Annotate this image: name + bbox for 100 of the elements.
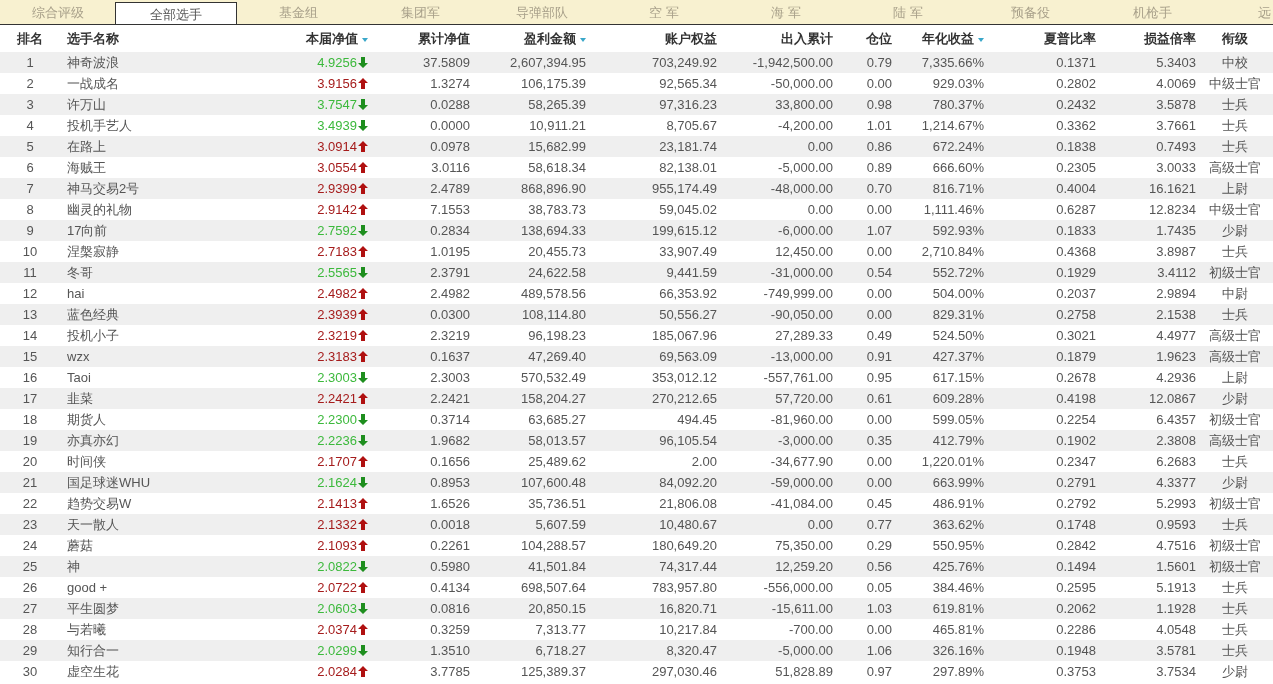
profit-amount: 58,618.34	[528, 158, 586, 177]
profit-amount: 63,685.27	[528, 410, 586, 429]
cumulative-flows: -81,960.00	[770, 410, 833, 429]
profit-amount: 35,736.51	[528, 494, 586, 513]
grade-title: 士兵	[1221, 599, 1248, 618]
net-value: 2.5565	[317, 263, 357, 282]
profit-loss-ratio: 2.9894	[1156, 284, 1196, 303]
column-header[interactable]: 衔级	[1221, 28, 1248, 49]
profit-loss-ratio: 16.1621	[1149, 179, 1196, 198]
profit-loss-ratio: 12.8234	[1149, 200, 1196, 219]
annualized-return: 363.62%	[932, 515, 984, 534]
annualized-return: 412.79%	[932, 431, 984, 450]
player-name: 韭菜	[67, 389, 93, 408]
cumulative-flows: 33,800.00	[775, 95, 833, 114]
position-ratio: 0.00	[866, 452, 892, 471]
cumulative-net-value: 0.3259	[430, 620, 470, 639]
sharpe-ratio: 0.4198	[1056, 389, 1096, 408]
position-ratio: 0.00	[866, 620, 892, 639]
grade-title: 少尉	[1221, 389, 1248, 408]
account-equity: 353,012.12	[651, 368, 717, 387]
column-header[interactable]: 本届净值	[306, 28, 368, 49]
tab[interactable]: 全部选手	[115, 2, 237, 24]
account-equity: 74,317.44	[659, 557, 717, 576]
sharpe-ratio: 0.2595	[1056, 578, 1096, 597]
column-header[interactable]: 夏普比率	[1044, 28, 1096, 49]
annualized-return: 504.00%	[932, 284, 984, 303]
rank-cell-text: 25	[22, 557, 38, 576]
account-equity: 9,441.59	[666, 263, 717, 282]
column-header[interactable]: 排名	[17, 28, 43, 49]
cumulative-flows: -31,000.00	[770, 263, 833, 282]
cumulative-flows: -1,942,500.00	[752, 53, 833, 72]
account-equity: 82,138.01	[659, 158, 717, 177]
net-value: 2.2421	[317, 389, 357, 408]
column-header[interactable]: 盈利金额	[524, 28, 586, 49]
cumulative-net-value: 0.4134	[430, 578, 470, 597]
cumulative-net-value: 3.0116	[431, 158, 470, 177]
sharpe-ratio: 0.1902	[1056, 431, 1096, 450]
account-equity: 185,067.96	[651, 326, 717, 345]
profit-amount: 25,489.62	[528, 452, 586, 471]
annualized-return: 7,335.66%	[921, 53, 984, 72]
sharpe-ratio: 0.1879	[1056, 347, 1096, 366]
sharpe-ratio: 0.2254	[1056, 410, 1096, 429]
column-header[interactable]: 出入累计	[781, 28, 833, 49]
annualized-return: 666.60%	[932, 158, 984, 177]
profit-loss-ratio: 1.7435	[1156, 221, 1196, 240]
cumulative-flows: -3,000.00	[778, 431, 833, 450]
sharpe-ratio: 0.2432	[1056, 95, 1096, 114]
annualized-return: 425.76%	[932, 557, 984, 576]
net-value: 2.0284	[317, 662, 357, 681]
position-ratio: 0.49	[866, 326, 892, 345]
column-header[interactable]: 累计净值	[418, 28, 470, 49]
profit-amount: 138,694.33	[520, 221, 586, 240]
player-name: 期货人	[67, 410, 106, 429]
profit-loss-ratio: 5.3403	[1156, 53, 1196, 72]
cumulative-net-value: 2.3791	[430, 263, 470, 282]
cumulative-flows: -6,000.00	[778, 221, 833, 240]
profit-loss-ratio: 3.0033	[1156, 158, 1196, 177]
column-header[interactable]: 账户权益	[665, 28, 717, 49]
profit-amount: 7,313.77	[535, 620, 586, 639]
cumulative-net-value: 0.0000	[430, 116, 470, 135]
column-header[interactable]: 损益倍率	[1144, 28, 1196, 49]
profit-loss-ratio: 3.4112	[1157, 263, 1196, 282]
annualized-return: 297.89%	[932, 662, 984, 681]
rank-cell-text: 20	[22, 452, 38, 471]
sharpe-ratio: 0.3021	[1056, 326, 1096, 345]
profit-loss-ratio: 1.5601	[1156, 557, 1196, 576]
rank-cell-text: 11	[23, 263, 37, 282]
net-value: 2.3003	[317, 368, 357, 387]
profit-amount: 125,389.37	[520, 662, 586, 681]
sharpe-ratio: 0.2347	[1056, 452, 1096, 471]
rank-cell-text: 12	[22, 284, 38, 303]
player-name: 神马交易2号	[67, 179, 140, 198]
sharpe-ratio: 0.3362	[1056, 116, 1096, 135]
player-name: 国足球迷WHU	[67, 473, 151, 492]
grade-title: 士兵	[1221, 305, 1248, 324]
account-equity: 199,615.12	[651, 221, 717, 240]
cumulative-flows: -556,000.00	[763, 578, 833, 597]
cumulative-flows: -15,611.00	[771, 599, 833, 618]
profit-amount: 10,911.21	[529, 116, 586, 135]
annualized-return: 663.99%	[932, 473, 984, 492]
profit-amount: 5,607.59	[535, 515, 586, 534]
cumulative-net-value: 2.4789	[430, 179, 470, 198]
rank-cell-text: 9	[26, 221, 34, 240]
grade-title: 士兵	[1221, 620, 1248, 639]
grade-title: 上尉	[1221, 368, 1248, 387]
player-name: 时间侠	[67, 452, 106, 471]
cumulative-net-value: 1.6526	[430, 494, 470, 513]
net-value: 2.9142	[317, 200, 357, 219]
column-header[interactable]: 年化收益	[922, 28, 984, 49]
annualized-return: 619.81%	[932, 599, 984, 618]
column-header[interactable]: 仓位	[866, 28, 892, 49]
position-ratio: 0.86	[866, 137, 892, 156]
account-equity: 270,212.65	[651, 389, 717, 408]
sharpe-ratio: 0.3753	[1056, 662, 1096, 681]
account-equity: 59,045.02	[659, 200, 717, 219]
column-header[interactable]: 选手名称	[67, 28, 119, 49]
sharpe-ratio: 0.2802	[1056, 74, 1096, 93]
profit-amount: 489,578.56	[520, 284, 586, 303]
sharpe-ratio: 0.1371	[1056, 53, 1096, 72]
player-name: 蓝色经典	[67, 305, 119, 324]
